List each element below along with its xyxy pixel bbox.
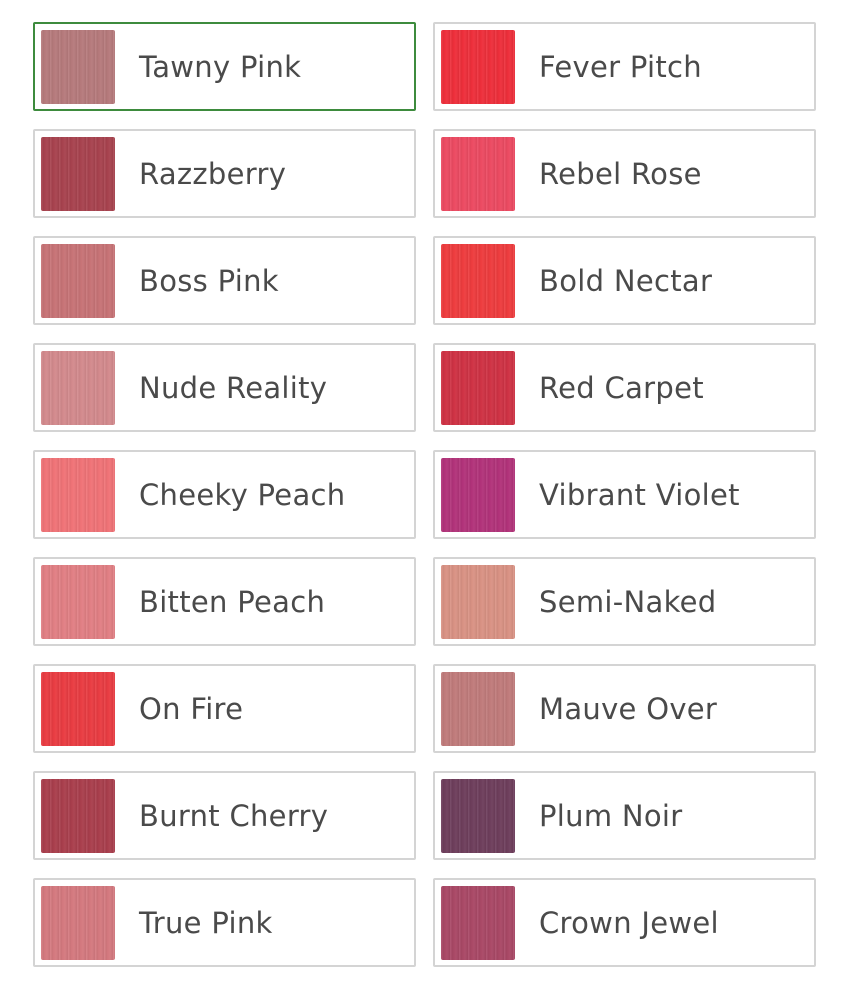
color-chip (41, 778, 115, 853)
swatch-label: Vibrant Violet (539, 477, 740, 512)
swatch-label: Tawny Pink (139, 49, 302, 84)
swatch-label: Burnt Cherry (139, 798, 329, 833)
swatch-label: Crown Jewel (539, 905, 719, 940)
swatch-option-crown-jewel[interactable]: Crown Jewel (433, 878, 816, 967)
swatch-label: Rebel Rose (539, 156, 702, 191)
swatch-label: Semi-Naked (539, 584, 717, 619)
swatch-option-rebel-rose[interactable]: Rebel Rose (433, 129, 816, 218)
color-chip (441, 29, 515, 104)
color-chip (41, 350, 115, 425)
color-chip (441, 564, 515, 639)
color-chip (41, 885, 115, 960)
swatch-option-cheeky-peach[interactable]: Cheeky Peach (33, 450, 416, 539)
swatch-label: On Fire (139, 691, 244, 726)
swatch-option-vibrant-violet[interactable]: Vibrant Violet (433, 450, 816, 539)
color-chip (441, 243, 515, 318)
swatch-label: Nude Reality (139, 370, 328, 405)
color-chip (441, 136, 515, 211)
swatch-label: Fever Pitch (539, 49, 702, 84)
color-chip (441, 671, 515, 746)
swatch-option-nude-reality[interactable]: Nude Reality (33, 343, 416, 432)
swatch-option-razzberry[interactable]: Razzberry (33, 129, 416, 218)
swatch-label: Bold Nectar (539, 263, 713, 298)
swatch-option-mauve-over[interactable]: Mauve Over (433, 664, 816, 753)
color-chip (441, 778, 515, 853)
color-chip (41, 136, 115, 211)
swatch-option-red-carpet[interactable]: Red Carpet (433, 343, 816, 432)
swatch-label: Bitten Peach (139, 584, 326, 619)
swatch-label: Plum Noir (539, 798, 683, 833)
color-chip (441, 350, 515, 425)
swatch-label: Cheeky Peach (139, 477, 346, 512)
swatch-option-bold-nectar[interactable]: Bold Nectar (433, 236, 816, 325)
color-chip (41, 564, 115, 639)
swatch-option-tawny-pink[interactable]: Tawny Pink (33, 22, 416, 111)
swatch-option-burnt-cherry[interactable]: Burnt Cherry (33, 771, 416, 860)
swatch-option-fever-pitch[interactable]: Fever Pitch (433, 22, 816, 111)
swatch-option-bitten-peach[interactable]: Bitten Peach (33, 557, 416, 646)
color-chip (41, 457, 115, 532)
swatch-option-boss-pink[interactable]: Boss Pink (33, 236, 416, 325)
color-chip (441, 457, 515, 532)
swatch-grid: Tawny Pink Fever Pitch Razzberry Rebel R… (33, 22, 816, 967)
color-chip (41, 29, 115, 104)
swatch-label: Boss Pink (139, 263, 279, 298)
swatch-option-on-fire[interactable]: On Fire (33, 664, 416, 753)
swatch-label: True Pink (139, 905, 273, 940)
color-chip (41, 243, 115, 318)
swatch-label: Red Carpet (539, 370, 704, 405)
color-chip (41, 671, 115, 746)
swatch-label: Razzberry (139, 156, 287, 191)
swatch-option-semi-naked[interactable]: Semi-Naked (433, 557, 816, 646)
swatch-label: Mauve Over (539, 691, 718, 726)
swatch-option-true-pink[interactable]: True Pink (33, 878, 416, 967)
color-chip (441, 885, 515, 960)
swatch-option-plum-noir[interactable]: Plum Noir (433, 771, 816, 860)
